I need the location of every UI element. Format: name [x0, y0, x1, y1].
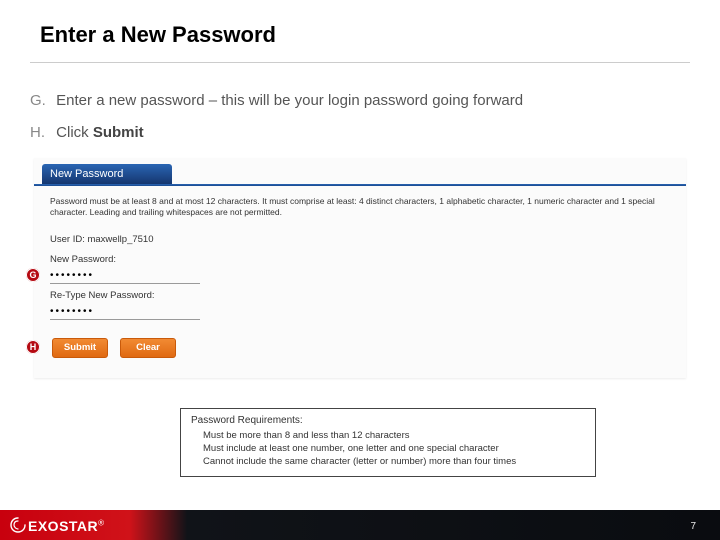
step-g-text: Enter a new password – this will be your…: [56, 92, 523, 109]
page-number: 7: [690, 521, 696, 532]
brand-logo: EXOSTAR®: [28, 518, 105, 534]
brand-name: EXOSTAR: [28, 518, 98, 534]
step-h-prefix: Click: [56, 124, 93, 141]
page-title: Enter a New Password: [40, 22, 276, 48]
step-h: H. Click Submit: [30, 124, 680, 141]
user-id-label: User ID:: [50, 234, 85, 245]
requirement-line-1: Must be more than 8 and less than 12 cha…: [203, 430, 585, 443]
step-g: G. Enter a new password – this will be y…: [30, 92, 680, 109]
requirements-title: Password Requirements:: [191, 415, 585, 426]
user-id-value: maxwellp_7510: [87, 234, 153, 245]
retype-password-label: Re-Type New Password:: [50, 290, 155, 301]
clear-button[interactable]: Clear: [120, 338, 176, 358]
requirement-line-2: Must include at least one number, one le…: [203, 443, 585, 456]
step-h-letter: H.: [30, 124, 52, 141]
requirement-line-3: Cannot include the same character (lette…: [203, 456, 585, 469]
footer-bar: EXOSTAR® 7: [0, 510, 720, 540]
form-screenshot: New Password Password must be at least 8…: [34, 158, 686, 378]
step-h-bold: Submit: [93, 124, 144, 141]
slide: Enter a New Password G. Enter a new pass…: [0, 0, 720, 540]
requirements-box: Password Requirements: Must be more than…: [180, 408, 596, 477]
logo-icon: [10, 517, 26, 533]
title-underline: [30, 62, 690, 63]
registered-mark: ®: [98, 518, 104, 527]
tab-new-password: New Password: [42, 164, 172, 184]
callout-g-badge: G: [26, 268, 40, 282]
tab-bar: [34, 184, 686, 186]
submit-button[interactable]: Submit: [52, 338, 108, 358]
new-password-label: New Password:: [50, 254, 116, 265]
user-id-row: User ID: maxwellp_7510: [50, 234, 154, 245]
retype-password-input[interactable]: ••••••••: [50, 306, 200, 320]
password-rule-text: Password must be at least 8 and at most …: [50, 196, 670, 219]
callout-h-badge: H: [26, 340, 40, 354]
step-g-letter: G.: [30, 92, 52, 109]
new-password-input[interactable]: ••••••••: [50, 270, 200, 284]
